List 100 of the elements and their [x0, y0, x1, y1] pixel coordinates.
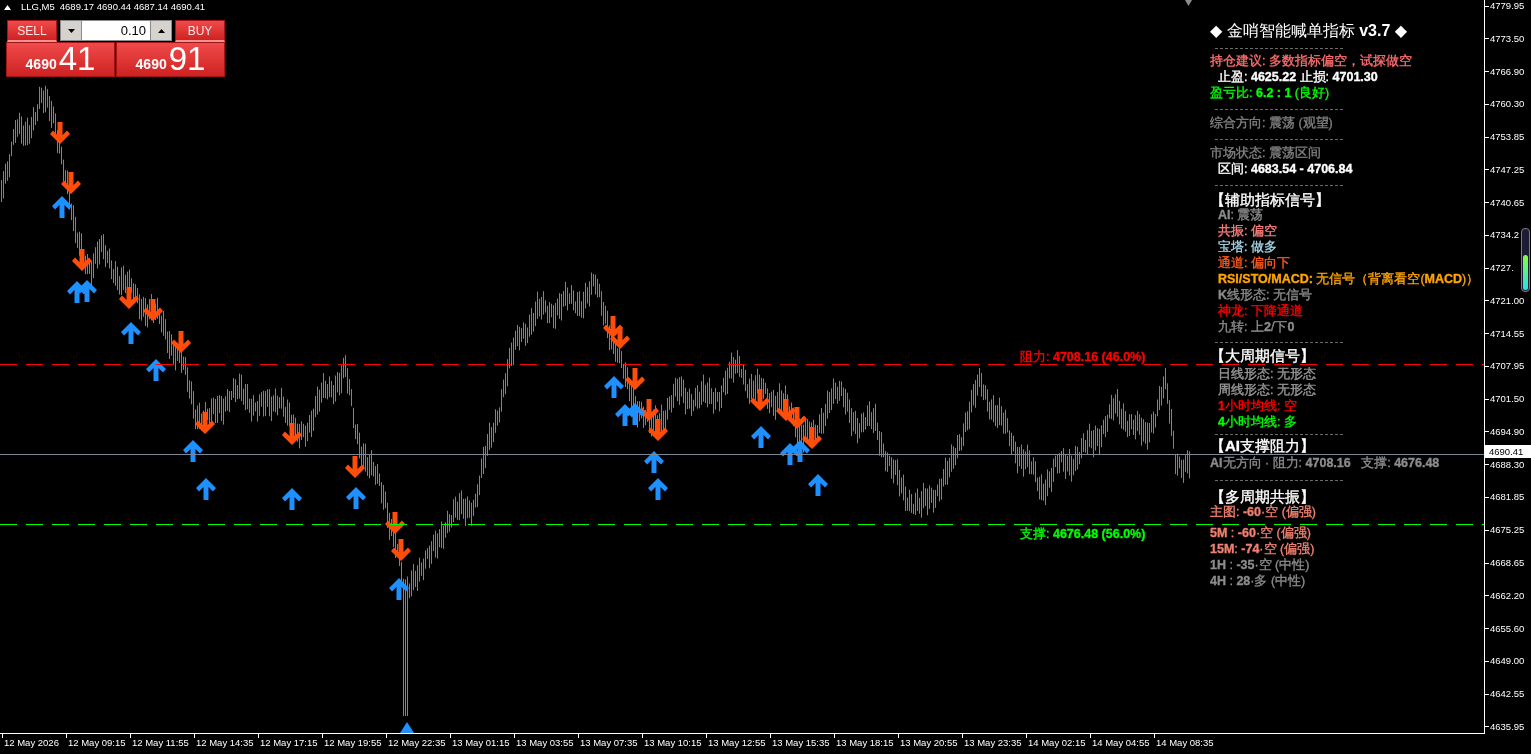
signal-line: 15M: -74·空 (偏强): [1210, 542, 1315, 557]
buy-button[interactable]: BUY: [175, 20, 225, 42]
down-arrow-icon: [750, 389, 770, 411]
time-label: 13 May 18:15: [836, 737, 894, 749]
price-label: 4668.65: [1490, 557, 1525, 569]
price-label: 4760.30: [1490, 98, 1525, 111]
panel-title: ◆ 金哨智能喊单指标 v3.7 ◆: [1210, 21, 1408, 41]
signal-line: 5M : -60·空 (偏强): [1210, 526, 1311, 541]
volume-down-button[interactable]: [60, 20, 82, 41]
price-label: 4688.30: [1490, 458, 1525, 471]
price-label: 4681.85: [1490, 491, 1525, 504]
price-label: 4714.55: [1490, 327, 1525, 340]
price-label: 4721.00: [1490, 294, 1525, 307]
down-arrow-icon: [195, 412, 215, 434]
time-label: 13 May 12:55: [708, 737, 766, 749]
panel-heading: 【大周期信号】: [1210, 348, 1315, 363]
signal-line: RSI/STO/MACD: 无信号（背离看空(MACD)）: [1218, 272, 1480, 287]
up-arrow-icon: [282, 488, 302, 510]
price-label: 4747.25: [1490, 163, 1525, 176]
down-arrow-icon: [345, 456, 365, 478]
time-label: 13 May 15:35: [772, 737, 830, 749]
time-label: 14 May 08:35: [1156, 737, 1214, 749]
signal-line: 综合方向: 震荡 (观望): [1210, 116, 1333, 131]
time-label: 13 May 01:15: [452, 737, 510, 749]
signal-line: 盈亏比: 6.2 : 1 (良好): [1210, 86, 1330, 101]
panel-heading: 【辅助指标信号】: [1210, 192, 1330, 207]
down-arrow-icon: [72, 249, 92, 271]
down-arrow-icon: [391, 539, 411, 561]
price-label: 4734.2: [1490, 229, 1520, 242]
signal-line: 周线形态: 无形态: [1218, 383, 1316, 398]
signal-line: 通道: 偏向下: [1218, 256, 1290, 271]
signal-line: 宝塔: 做多: [1218, 240, 1277, 255]
up-arrow-icon: [77, 280, 97, 302]
caret-up-icon: [157, 28, 165, 33]
panel-heading: 【多周期共振】: [1210, 489, 1315, 504]
signal-line: 日线形态: 无形态: [1218, 367, 1316, 382]
up-arrow-icon: [146, 359, 166, 381]
down-arrow-icon: [385, 512, 405, 534]
price-label: 4753.85: [1490, 131, 1525, 144]
signal-line: 神龙: 下降通道: [1218, 304, 1303, 319]
volume-up-button[interactable]: [150, 20, 172, 41]
down-arrow-icon: [171, 331, 191, 353]
price-label: 4707.95: [1490, 360, 1525, 373]
up-arrow-icon: [52, 196, 72, 218]
up-arrow-icon: [196, 478, 216, 500]
up-arrow-icon: [389, 578, 409, 600]
signal-line: 市场状态: 震荡区间: [1210, 146, 1321, 161]
price-label: 4649.00: [1490, 655, 1525, 668]
sell-price-button[interactable]: 469041: [6, 42, 115, 77]
signal-line: 1H : -35·空 (中性): [1210, 558, 1310, 573]
buy-price-button[interactable]: 4690 91: [116, 42, 225, 77]
time-label: 12 May 22:35: [388, 737, 446, 749]
signal-line: AI无方向 · 阻力: 4708.16 支撑: 4676.48: [1210, 456, 1440, 471]
price-label: 4635.95: [1490, 720, 1525, 733]
up-arrow-icon: [790, 440, 810, 462]
time-label: 13 May 03:55: [516, 737, 574, 749]
chart-quote: 4689.17 4690.44 4687.14 4690.41: [59, 1, 206, 13]
triangle-marker-icon: [400, 722, 414, 733]
down-arrow-icon: [119, 287, 139, 309]
caret-down-icon: [67, 28, 75, 33]
down-arrow-icon: [610, 327, 630, 349]
price-label: 4701.50: [1490, 393, 1525, 406]
up-arrow-icon: [346, 487, 366, 509]
down-arrow-icon: [648, 419, 668, 441]
price-label: 4766.90: [1490, 65, 1525, 78]
time-label: 13 May 10:15: [644, 737, 702, 749]
up-arrow-icon: [808, 474, 828, 496]
price-label: 4694.90: [1490, 425, 1525, 438]
down-arrow-icon: [61, 172, 81, 194]
time-label: 12 May 17:15: [260, 737, 318, 749]
down-arrow-icon: [787, 407, 807, 429]
signal-line: 4小时均线: 多: [1218, 415, 1297, 430]
price-label: 4655.60: [1490, 622, 1525, 635]
up-arrow-icon: [648, 478, 668, 500]
time-label: 12 May 14:35: [196, 737, 254, 749]
signal-line: 九转: 上2/下0: [1218, 320, 1295, 335]
down-arrow-icon: [639, 399, 659, 421]
up-arrow-icon: [604, 376, 624, 398]
chart-symbol: LLG,M5: [21, 1, 55, 13]
time-label: 13 May 07:35: [580, 737, 638, 749]
price-label: 4662.20: [1490, 589, 1525, 602]
current-price-label: 4690.41: [1485, 445, 1531, 458]
time-label: 13 May 23:35: [964, 737, 1022, 749]
signal-line: 1小时均线: 空: [1218, 399, 1297, 414]
signal-line: AI: 震荡: [1218, 208, 1264, 223]
price-label: 4727.: [1490, 262, 1514, 275]
signal-line: 主图: -60·空 (偏强): [1210, 505, 1316, 520]
price-label: 4773.50: [1490, 32, 1525, 45]
caret-up-icon[interactable]: [4, 4, 11, 10]
signal-line: 区间: 4683.54 - 4706.84: [1218, 162, 1353, 177]
down-arrow-icon: [776, 399, 796, 421]
sell-button[interactable]: SELL: [7, 20, 57, 42]
up-arrow-icon: [625, 403, 645, 425]
volume-field[interactable]: 0.10: [82, 20, 150, 41]
price-label: 4779.95: [1490, 0, 1525, 12]
down-arrow-icon: [802, 427, 822, 449]
up-arrow-icon: [644, 451, 664, 473]
down-arrow-icon: [625, 368, 645, 390]
price-label: 4740.65: [1490, 196, 1525, 209]
chart-shift-marker-icon[interactable]: [1185, 0, 1192, 6]
